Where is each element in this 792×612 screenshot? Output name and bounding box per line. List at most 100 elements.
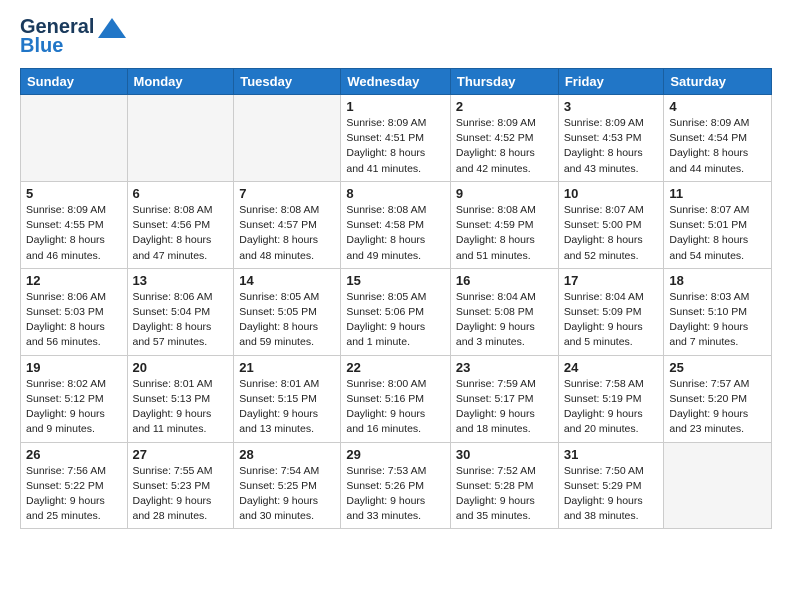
calendar-cell: 24 Sunrise: 7:58 AM Sunset: 5:19 PM Dayli… [558,355,664,442]
day-info: Sunrise: 7:57 AM Sunset: 5:20 PM Dayligh… [669,377,766,438]
calendar-cell: 8 Sunrise: 8:08 AM Sunset: 4:58 PM Daylig… [341,181,451,268]
calendar-cell: 26 Sunrise: 7:56 AM Sunset: 5:22 PM Dayli… [21,442,128,529]
calendar-cell: 3Sunrise: 8:09 AM Sunset: 4:53 PM Daylig… [558,95,664,182]
calendar-cell: 28 Sunrise: 7:54 AM Sunset: 5:25 PM Dayli… [234,442,341,529]
calendar-cell: 20 Sunrise: 8:01 AM Sunset: 5:13 PM Dayli… [127,355,234,442]
calendar-cell: 12 Sunrise: 8:06 AM Sunset: 5:03 PM Dayli… [21,268,128,355]
calendar-cell: 1Sunrise: 8:09 AM Sunset: 4:51 PM Daylig… [341,95,451,182]
calendar-cell: 19Sunrise: 8:02 AM Sunset: 5:12 PM Dayli… [21,355,128,442]
logo: General Blue [20,16,126,58]
day-info: Sunrise: 8:07 AM Sunset: 5:01 PM Dayligh… [669,203,766,264]
calendar-cell: 23 Sunrise: 7:59 AM Sunset: 5:17 PM Dayli… [450,355,558,442]
calendar-cell: 5Sunrise: 8:09 AM Sunset: 4:55 PM Daylig… [21,181,128,268]
page: General Blue SundayMondayTuesdayWednesda… [0,0,792,612]
day-info: Sunrise: 8:09 AM Sunset: 4:51 PM Dayligh… [346,116,445,177]
day-info: Sunrise: 8:05 AM Sunset: 5:05 PM Dayligh… [239,290,335,351]
day-number: 8 [346,186,445,201]
day-info: Sunrise: 7:54 AM Sunset: 5:25 PM Dayligh… [239,464,335,525]
day-number: 5 [26,186,122,201]
weekday-saturday: Saturday [664,69,772,95]
day-info: Sunrise: 7:52 AM Sunset: 5:28 PM Dayligh… [456,464,553,525]
header: General Blue [20,16,772,58]
day-number: 4 [669,99,766,114]
day-number: 14 [239,273,335,288]
calendar-cell: 25 Sunrise: 7:57 AM Sunset: 5:20 PM Dayli… [664,355,772,442]
day-number: 10 [564,186,659,201]
day-info: Sunrise: 8:00 AM Sunset: 5:16 PM Dayligh… [346,377,445,438]
calendar-cell: 9 Sunrise: 8:08 AM Sunset: 4:59 PM Daylig… [450,181,558,268]
day-number: 18 [669,273,766,288]
calendar-cell [21,95,128,182]
week-row-3: 12 Sunrise: 8:06 AM Sunset: 5:03 PM Dayli… [21,268,772,355]
week-row-5: 26 Sunrise: 7:56 AM Sunset: 5:22 PM Dayli… [21,442,772,529]
calendar-cell: 16 Sunrise: 8:04 AM Sunset: 5:08 PM Dayli… [450,268,558,355]
day-number: 27 [133,447,229,462]
day-info: Sunrise: 8:09 AM Sunset: 4:54 PM Dayligh… [669,116,766,177]
day-number: 21 [239,360,335,375]
day-number: 16 [456,273,553,288]
day-info: Sunrise: 8:01 AM Sunset: 5:13 PM Dayligh… [133,377,229,438]
weekday-sunday: Sunday [21,69,128,95]
day-number: 23 [456,360,553,375]
day-info: Sunrise: 8:08 AM Sunset: 4:59 PM Dayligh… [456,203,553,264]
day-info: Sunrise: 8:03 AM Sunset: 5:10 PM Dayligh… [669,290,766,351]
day-number: 2 [456,99,553,114]
day-info: Sunrise: 8:08 AM Sunset: 4:58 PM Dayligh… [346,203,445,264]
day-number: 7 [239,186,335,201]
day-info: Sunrise: 8:05 AM Sunset: 5:06 PM Dayligh… [346,290,445,351]
calendar-cell [234,95,341,182]
calendar-cell: 22 Sunrise: 8:00 AM Sunset: 5:16 PM Dayli… [341,355,451,442]
day-number: 30 [456,447,553,462]
day-number: 28 [239,447,335,462]
day-info: Sunrise: 8:04 AM Sunset: 5:09 PM Dayligh… [564,290,659,351]
day-info: Sunrise: 8:01 AM Sunset: 5:15 PM Dayligh… [239,377,335,438]
day-number: 26 [26,447,122,462]
day-info: Sunrise: 8:06 AM Sunset: 5:04 PM Dayligh… [133,290,229,351]
day-number: 20 [133,360,229,375]
calendar-cell: 15 Sunrise: 8:05 AM Sunset: 5:06 PM Dayli… [341,268,451,355]
day-info: Sunrise: 7:50 AM Sunset: 5:29 PM Dayligh… [564,464,659,525]
day-number: 12 [26,273,122,288]
calendar-cell: 2 Sunrise: 8:09 AM Sunset: 4:52 PM Daylig… [450,95,558,182]
day-number: 15 [346,273,445,288]
day-info: Sunrise: 8:08 AM Sunset: 4:56 PM Dayligh… [133,203,229,264]
calendar-cell: 30 Sunrise: 7:52 AM Sunset: 5:28 PM Dayli… [450,442,558,529]
day-info: Sunrise: 8:06 AM Sunset: 5:03 PM Dayligh… [26,290,122,351]
logo-blue: Blue [20,35,63,58]
calendar-cell: 18 Sunrise: 8:03 AM Sunset: 5:10 PM Dayli… [664,268,772,355]
calendar-cell: 4 Sunrise: 8:09 AM Sunset: 4:54 PM Daylig… [664,95,772,182]
calendar-cell: 14 Sunrise: 8:05 AM Sunset: 5:05 PM Dayli… [234,268,341,355]
calendar-cell: 31Sunrise: 7:50 AM Sunset: 5:29 PM Dayli… [558,442,664,529]
day-info: Sunrise: 8:02 AM Sunset: 5:12 PM Dayligh… [26,377,122,438]
day-info: Sunrise: 8:09 AM Sunset: 4:52 PM Dayligh… [456,116,553,177]
week-row-1: 1Sunrise: 8:09 AM Sunset: 4:51 PM Daylig… [21,95,772,182]
day-info: Sunrise: 7:56 AM Sunset: 5:22 PM Dayligh… [26,464,122,525]
calendar-cell [127,95,234,182]
logo-icon [98,18,126,38]
weekday-thursday: Thursday [450,69,558,95]
calendar-cell: 29Sunrise: 7:53 AM Sunset: 5:26 PM Dayli… [341,442,451,529]
day-info: Sunrise: 8:08 AM Sunset: 4:57 PM Dayligh… [239,203,335,264]
day-info: Sunrise: 7:55 AM Sunset: 5:23 PM Dayligh… [133,464,229,525]
day-number: 24 [564,360,659,375]
calendar-cell: 13 Sunrise: 8:06 AM Sunset: 5:04 PM Dayli… [127,268,234,355]
day-info: Sunrise: 7:58 AM Sunset: 5:19 PM Dayligh… [564,377,659,438]
day-number: 9 [456,186,553,201]
day-number: 6 [133,186,229,201]
day-number: 11 [669,186,766,201]
day-info: Sunrise: 7:59 AM Sunset: 5:17 PM Dayligh… [456,377,553,438]
calendar-table: SundayMondayTuesdayWednesdayThursdayFrid… [20,68,772,529]
day-number: 17 [564,273,659,288]
day-info: Sunrise: 7:53 AM Sunset: 5:26 PM Dayligh… [346,464,445,525]
weekday-wednesday: Wednesday [341,69,451,95]
day-number: 13 [133,273,229,288]
calendar-cell: 21 Sunrise: 8:01 AM Sunset: 5:15 PM Dayli… [234,355,341,442]
calendar-cell: 10 Sunrise: 8:07 AM Sunset: 5:00 PM Dayli… [558,181,664,268]
day-info: Sunrise: 8:04 AM Sunset: 5:08 PM Dayligh… [456,290,553,351]
day-number: 22 [346,360,445,375]
calendar-cell: 11 Sunrise: 8:07 AM Sunset: 5:01 PM Dayli… [664,181,772,268]
weekday-friday: Friday [558,69,664,95]
weekday-tuesday: Tuesday [234,69,341,95]
day-number: 25 [669,360,766,375]
day-info: Sunrise: 8:07 AM Sunset: 5:00 PM Dayligh… [564,203,659,264]
